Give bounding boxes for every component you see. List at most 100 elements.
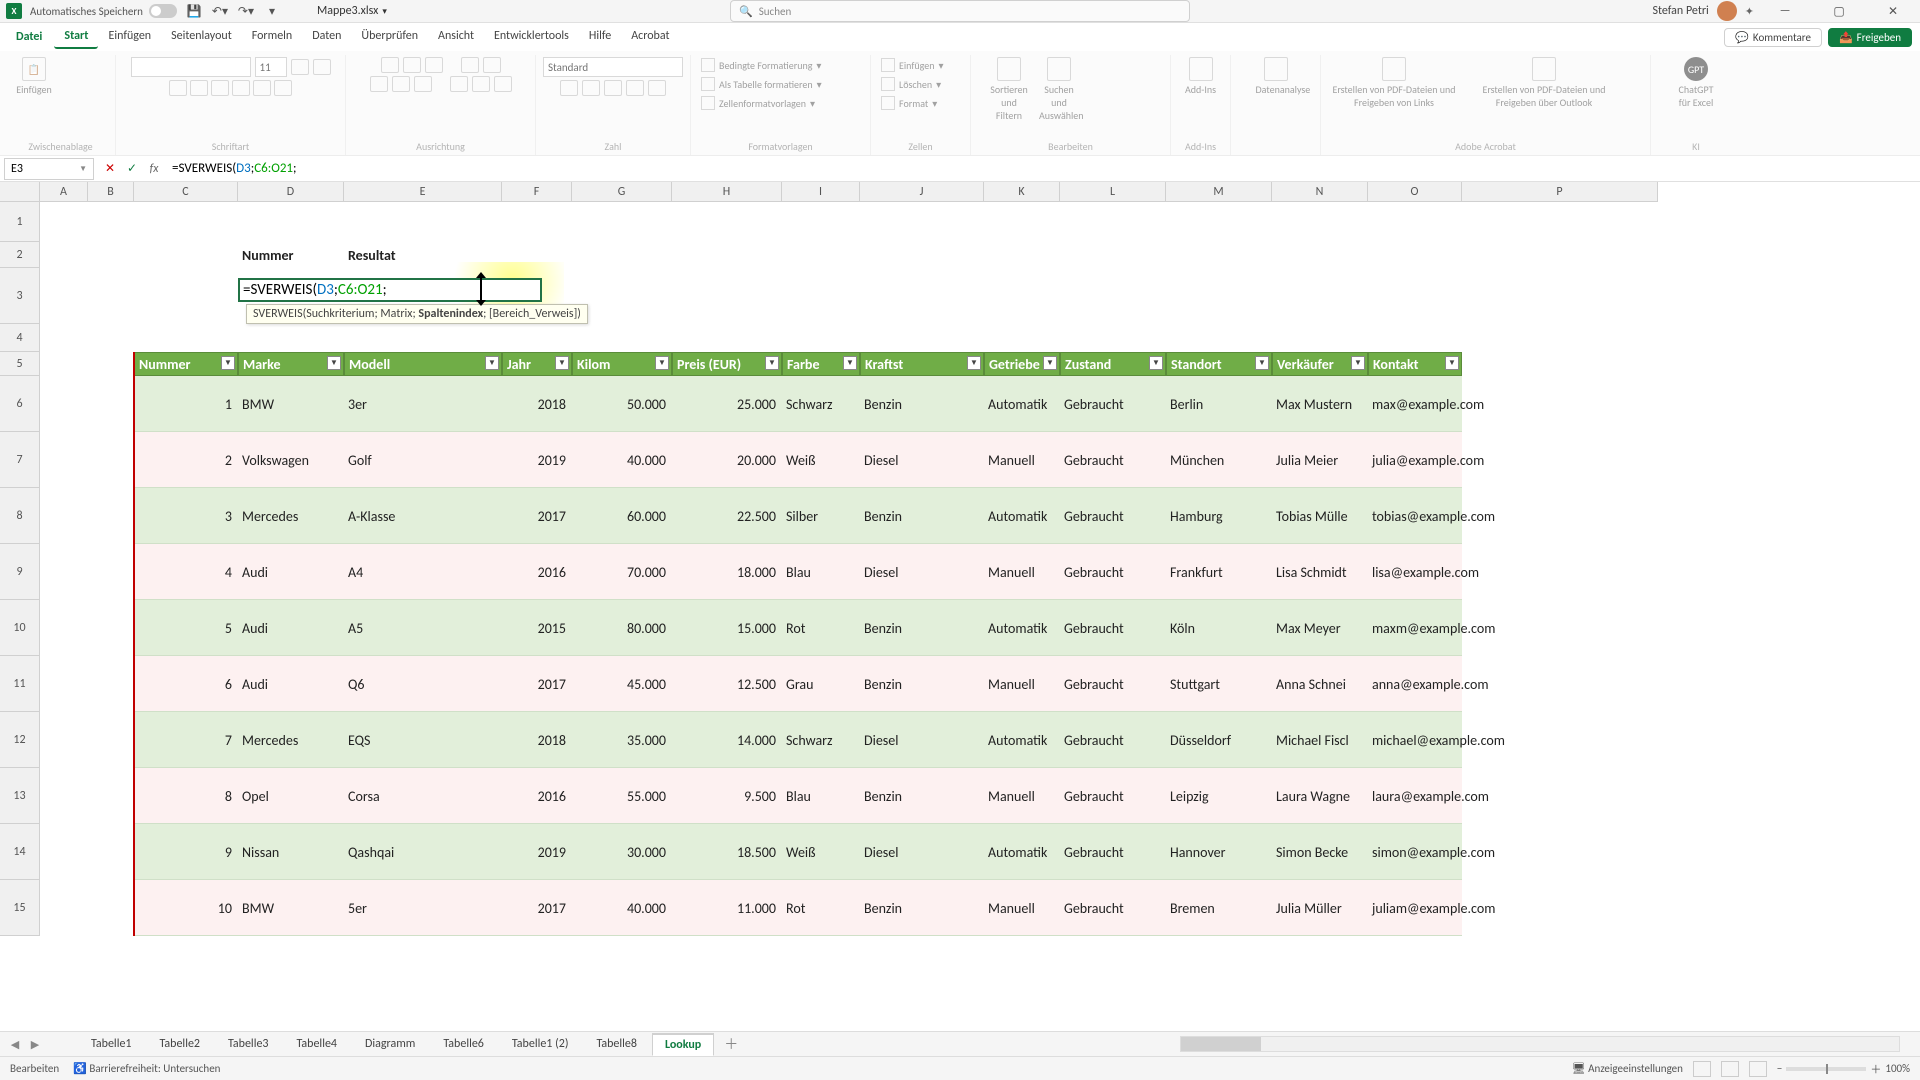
cell-marke[interactable]: Audi bbox=[238, 544, 344, 600]
status-accessibility[interactable]: ♿ Barrierefreiheit: Untersuchen bbox=[73, 1062, 220, 1075]
cell-km[interactable]: 60.000 bbox=[572, 488, 672, 544]
cell-stand[interactable]: Düsseldorf bbox=[1166, 712, 1272, 768]
cell-farbe[interactable]: Rot bbox=[782, 880, 860, 936]
align-bot-icon[interactable] bbox=[425, 57, 443, 73]
tab-seitenlayout[interactable]: Seitenlayout bbox=[161, 25, 242, 49]
sheet-tab-tabelle1 (2)[interactable]: Tabelle1 (2) bbox=[499, 1033, 582, 1056]
col-header-D[interactable]: D bbox=[238, 182, 344, 202]
cell-kont[interactable]: tobias@example.com bbox=[1368, 488, 1462, 544]
cell-km[interactable]: 80.000 bbox=[572, 600, 672, 656]
row-header-12[interactable]: 12 bbox=[0, 712, 40, 768]
name-box[interactable]: E3 ▼ bbox=[4, 158, 94, 180]
cell-stand[interactable]: Stuttgart bbox=[1166, 656, 1272, 712]
cell-n[interactable]: 5 bbox=[134, 600, 238, 656]
cell-zust[interactable]: Gebraucht bbox=[1060, 824, 1166, 880]
format-cells-button[interactable]: Format ▾ bbox=[879, 95, 939, 111]
indent-inc-icon[interactable] bbox=[472, 76, 490, 92]
col-header-O[interactable]: O bbox=[1368, 182, 1462, 202]
cell-modell[interactable]: Qashqai bbox=[344, 824, 502, 880]
cell-marke[interactable]: Nissan bbox=[238, 824, 344, 880]
fx-icon[interactable]: fx bbox=[144, 162, 164, 176]
cell-kont[interactable]: laura@example.com bbox=[1368, 768, 1462, 824]
sheet-tab-tabelle2[interactable]: Tabelle2 bbox=[147, 1033, 214, 1056]
cell-verk[interactable]: Anna Schnei bbox=[1272, 656, 1368, 712]
row-header-6[interactable]: 6 bbox=[0, 376, 40, 432]
cell-kont[interactable]: juliam@example.com bbox=[1368, 880, 1462, 936]
filter-button[interactable]: ▼ bbox=[843, 356, 857, 370]
cell-getr[interactable]: Automatik bbox=[984, 712, 1060, 768]
format-as-table-button[interactable]: Als Tabelle formatieren ▾ bbox=[699, 76, 824, 92]
sheet-nav-next-icon[interactable]: ▶ bbox=[26, 1038, 44, 1051]
cell-preis[interactable]: 12.500 bbox=[672, 656, 782, 712]
cell-getr[interactable]: Automatik bbox=[984, 376, 1060, 432]
cell-jahr[interactable]: 2018 bbox=[502, 712, 572, 768]
table-header-Zustand[interactable]: Zustand▼ bbox=[1060, 352, 1166, 376]
zoom-in-icon[interactable]: ＋ bbox=[1870, 1061, 1881, 1077]
cell-n[interactable]: 4 bbox=[134, 544, 238, 600]
orientation-icon[interactable] bbox=[461, 57, 479, 73]
cell-preis[interactable]: 9.500 bbox=[672, 768, 782, 824]
comments-button[interactable]: 💬 Kommentare bbox=[1724, 28, 1822, 47]
font-family-select[interactable] bbox=[131, 57, 251, 77]
cell-modell[interactable]: A4 bbox=[344, 544, 502, 600]
cell-kraft[interactable]: Benzin bbox=[860, 768, 984, 824]
share-button[interactable]: 📤 Freigeben bbox=[1828, 28, 1912, 47]
table-header-Modell[interactable]: Modell▼ bbox=[344, 352, 502, 376]
cell-modell[interactable]: Corsa bbox=[344, 768, 502, 824]
cell-n[interactable]: 6 bbox=[134, 656, 238, 712]
table-header-Kraftst[interactable]: Kraftst▼ bbox=[860, 352, 984, 376]
cell-stand[interactable]: Köln bbox=[1166, 600, 1272, 656]
tab-hilfe[interactable]: Hilfe bbox=[579, 25, 621, 49]
filter-button[interactable]: ▼ bbox=[485, 356, 499, 370]
sheet-tab-tabelle1[interactable]: Tabelle1 bbox=[78, 1033, 145, 1056]
redo-icon[interactable]: ↷▾ bbox=[237, 2, 255, 20]
cell-stand[interactable]: Leipzig bbox=[1166, 768, 1272, 824]
formula-bar[interactable]: =SVERWEIS(D3;C6:O21; bbox=[164, 161, 1920, 176]
filter-button[interactable]: ▼ bbox=[221, 356, 235, 370]
filter-button[interactable]: ▼ bbox=[967, 356, 981, 370]
col-header-J[interactable]: J bbox=[860, 182, 984, 202]
view-page-layout-icon[interactable] bbox=[1721, 1061, 1739, 1077]
cell-kont[interactable]: max@example.com bbox=[1368, 376, 1462, 432]
cell-zust[interactable]: Gebraucht bbox=[1060, 768, 1166, 824]
cell-jahr[interactable]: 2016 bbox=[502, 768, 572, 824]
cell-preis[interactable]: 14.000 bbox=[672, 712, 782, 768]
cell-getr[interactable]: Manuell bbox=[984, 432, 1060, 488]
sheet-tab-tabelle6[interactable]: Tabelle6 bbox=[430, 1033, 497, 1056]
cond-format-button[interactable]: Bedingte Formatierung ▾ bbox=[699, 57, 823, 73]
adobe-create-link-button[interactable]: Erstellen von PDF-Dateien und Freigeben … bbox=[1329, 57, 1459, 109]
sheet-tab-tabelle3[interactable]: Tabelle3 bbox=[215, 1033, 282, 1056]
underline-icon[interactable] bbox=[211, 80, 229, 96]
table-header-Kontakt[interactable]: Kontakt▼ bbox=[1368, 352, 1462, 376]
cell-farbe[interactable]: Schwarz bbox=[782, 376, 860, 432]
cell-preis[interactable]: 22.500 bbox=[672, 488, 782, 544]
minimize-button[interactable]: — bbox=[1762, 0, 1808, 23]
cell-km[interactable]: 30.000 bbox=[572, 824, 672, 880]
sparkle-icon[interactable]: ✦ bbox=[1745, 5, 1754, 18]
cell-km[interactable]: 70.000 bbox=[572, 544, 672, 600]
cell-verk[interactable]: Michael Fiscl bbox=[1272, 712, 1368, 768]
document-name[interactable]: Mappe3.xlsx ▾ bbox=[317, 4, 387, 18]
row-header-10[interactable]: 10 bbox=[0, 600, 40, 656]
cell-km[interactable]: 50.000 bbox=[572, 376, 672, 432]
number-format-select[interactable] bbox=[543, 57, 683, 77]
qat-custom-icon[interactable]: ▾ bbox=[263, 2, 281, 20]
sheet-tab-diagramm[interactable]: Diagramm bbox=[352, 1033, 428, 1056]
cell-km[interactable]: 40.000 bbox=[572, 880, 672, 936]
bold-icon[interactable] bbox=[169, 80, 187, 96]
cell-modell[interactable]: 5er bbox=[344, 880, 502, 936]
horizontal-scrollbar[interactable] bbox=[1180, 1036, 1900, 1052]
col-header-G[interactable]: G bbox=[572, 182, 672, 202]
col-header-M[interactable]: M bbox=[1166, 182, 1272, 202]
cell-kraft[interactable]: Benzin bbox=[860, 880, 984, 936]
table-header-Marke[interactable]: Marke▼ bbox=[238, 352, 344, 376]
cell-zust[interactable]: Gebraucht bbox=[1060, 544, 1166, 600]
align-mid-icon[interactable] bbox=[403, 57, 421, 73]
indent-dec-icon[interactable] bbox=[450, 76, 468, 92]
cell-jahr[interactable]: 2017 bbox=[502, 488, 572, 544]
table-header-Getriebe[interactable]: Getriebe▼ bbox=[984, 352, 1060, 376]
cell-marke[interactable]: Opel bbox=[238, 768, 344, 824]
cell-zust[interactable]: Gebraucht bbox=[1060, 656, 1166, 712]
filter-button[interactable]: ▼ bbox=[765, 356, 779, 370]
close-button[interactable]: ✕ bbox=[1870, 0, 1916, 23]
